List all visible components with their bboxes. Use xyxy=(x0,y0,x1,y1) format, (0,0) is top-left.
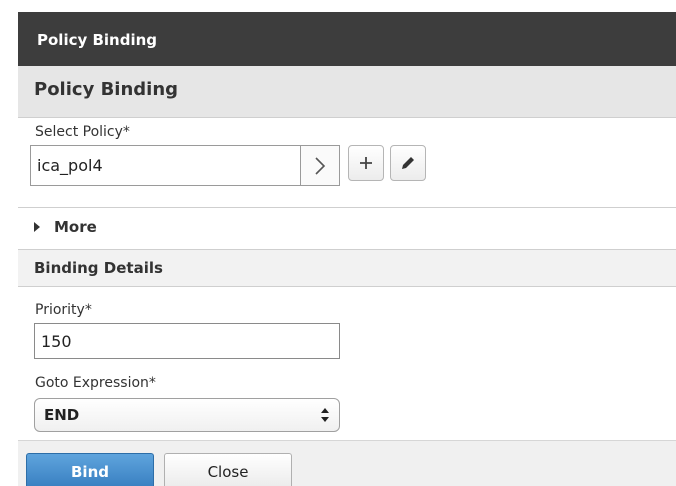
select-policy-label: Select Policy* xyxy=(35,124,130,140)
plus-icon xyxy=(360,157,372,169)
section-header: Policy Binding xyxy=(18,66,676,118)
add-policy-button[interactable] xyxy=(348,145,384,181)
dialog-title: Policy Binding xyxy=(37,31,158,49)
dialog-titlebar: Policy Binding xyxy=(18,12,676,66)
more-label: More xyxy=(54,218,97,236)
pencil-icon xyxy=(402,157,414,169)
goto-expression-value: END xyxy=(44,406,80,424)
binding-details-title: Binding Details xyxy=(34,259,163,277)
edit-policy-button[interactable] xyxy=(390,145,426,181)
chevron-right-icon xyxy=(315,156,326,175)
more-toggle[interactable]: More xyxy=(18,207,676,249)
goto-expression-label: Goto Expression* xyxy=(35,375,156,391)
select-policy-button[interactable] xyxy=(300,145,340,186)
priority-value: 150 xyxy=(41,332,72,351)
priority-label: Priority* xyxy=(35,302,92,318)
goto-expression-select[interactable]: END xyxy=(34,398,340,432)
priority-input[interactable]: 150 xyxy=(34,323,340,359)
section-title: Policy Binding xyxy=(34,79,179,100)
expand-triangle-icon xyxy=(34,222,40,232)
bind-button[interactable]: Bind xyxy=(26,453,154,486)
top-strip xyxy=(0,0,676,12)
updown-arrows-icon xyxy=(321,408,329,422)
close-button[interactable]: Close xyxy=(164,453,292,486)
select-policy-value: ica_pol4 xyxy=(37,156,103,175)
select-policy-input[interactable]: ica_pol4 xyxy=(30,145,300,186)
binding-details-header: Binding Details xyxy=(18,249,676,287)
